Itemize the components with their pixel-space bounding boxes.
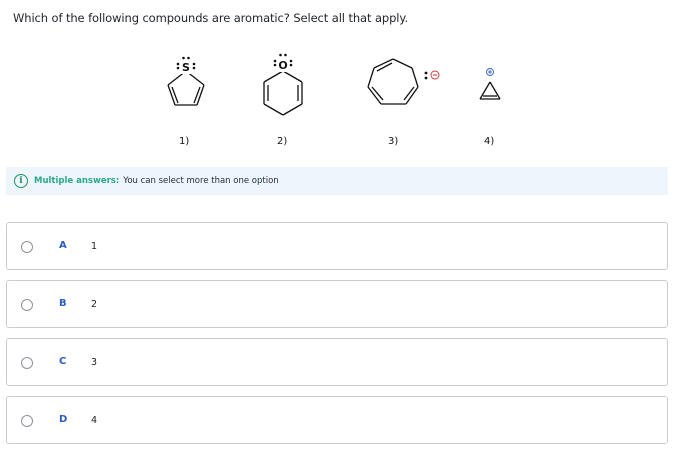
structures-figure: S O	[0, 40, 674, 155]
question-text: Which of the following compounds are aro…	[13, 11, 409, 25]
structure-3-label: 3)	[388, 136, 399, 147]
option-b[interactable]: B 2	[6, 280, 668, 328]
structure-1-thiophene	[167, 70, 205, 106]
option-b-value: 2	[91, 299, 98, 310]
info-title: Multiple answers:	[34, 176, 120, 186]
structures-svg: S O	[167, 53, 501, 116]
option-d-value: 4	[91, 415, 98, 426]
option-d-radio[interactable]	[21, 415, 33, 427]
structure-4-label: 4)	[484, 136, 495, 147]
option-d[interactable]: D 4	[6, 396, 668, 444]
structure-4-ring	[479, 81, 501, 100]
option-a-radio[interactable]	[21, 241, 33, 253]
structure-2-ring	[263, 70, 303, 116]
structure-3-lone-pair	[424, 71, 428, 80]
structure-1-label: 1)	[179, 136, 190, 147]
structure-1-atom: S	[182, 61, 190, 74]
info-banner: i Multiple answers: You can select more …	[6, 167, 668, 195]
info-icon: i	[14, 174, 28, 188]
option-c-value: 3	[91, 357, 98, 368]
option-c-letter: C	[59, 356, 67, 367]
option-b-letter: B	[59, 298, 67, 309]
option-a[interactable]: A 1	[6, 222, 668, 270]
option-a-value: 1	[91, 241, 98, 252]
option-d-letter: D	[59, 414, 68, 425]
structure-3-ring	[367, 58, 419, 105]
info-text: You can select more than one option	[123, 176, 279, 186]
option-c[interactable]: C 3	[6, 338, 668, 386]
option-b-radio[interactable]	[21, 299, 33, 311]
structure-2-atom: O	[278, 59, 287, 72]
structure-2-label: 2)	[277, 136, 288, 147]
option-c-radio[interactable]	[21, 357, 33, 369]
option-a-letter: A	[59, 240, 67, 251]
